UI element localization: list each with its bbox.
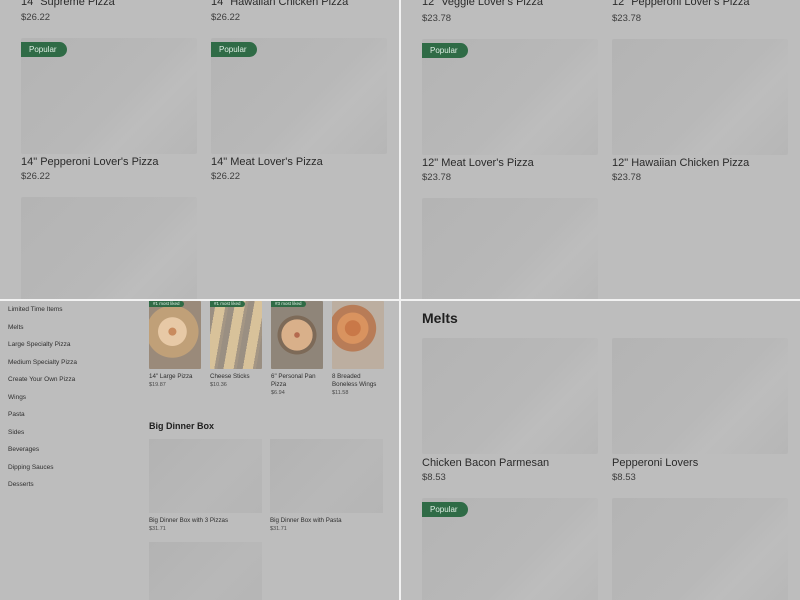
menu-card[interactable]: Popular xyxy=(422,498,598,600)
menu-card-price: $26.22 xyxy=(21,171,51,182)
menu-card[interactable]: Popular 14" Meat Lover's Pizza $26.22 xyxy=(211,38,387,182)
menu-card-title: 12" Hawaiian Chicken Pizza xyxy=(612,157,750,169)
panel-bottom-left: Limited Time Items Melts Large Specialty… xyxy=(0,301,399,600)
menu-card-image xyxy=(612,39,788,155)
menu-card[interactable] xyxy=(21,197,197,299)
menu-card-price: $23.78 xyxy=(612,13,642,24)
most-liked-item[interactable]: 8 Breaded Boneless Wings $11.58 xyxy=(332,301,384,396)
section-title-melts: Melts xyxy=(422,310,458,326)
menu-card[interactable] xyxy=(422,198,598,299)
menu-card-image xyxy=(21,197,197,299)
most-liked-item-price: $19.87 xyxy=(149,382,166,388)
dinner-box-image xyxy=(149,542,262,600)
most-liked-item-price: $11.58 xyxy=(332,390,349,396)
popular-badge: Popular xyxy=(211,42,257,57)
boneless-wings-image xyxy=(332,301,384,369)
menu-card-price: $26.22 xyxy=(21,12,51,23)
menu-card[interactable]: 12" Hawaiian Chicken Pizza $23.78 xyxy=(612,39,788,183)
most-liked-item-name: 6" Personal Pan Pizza xyxy=(271,373,316,388)
sidebar-item-sides[interactable]: Sides xyxy=(8,429,24,436)
menu-card-title: 14" Hawaiian Chicken Pizza xyxy=(211,0,349,8)
menu-card-price: $8.53 xyxy=(612,472,636,483)
menu-card[interactable]: Popular 14" Pepperoni Lover's Pizza $26.… xyxy=(21,38,197,182)
menu-card[interactable]: Pepperoni Lovers $8.53 xyxy=(612,338,788,483)
dinner-box-image xyxy=(270,439,383,513)
dinner-box-item[interactable]: Big Dinner Box with 3 Pizzas $31.71 xyxy=(149,439,262,532)
menu-card-image: Popular xyxy=(21,38,197,154)
menu-card-image xyxy=(612,498,788,600)
dinner-box-item[interactable] xyxy=(149,542,262,600)
menu-card-title: 12" Veggie Lover's Pizza xyxy=(422,0,543,8)
most-liked-tag: #1 most liked xyxy=(149,301,184,307)
menu-card-title: 14" Meat Lover's Pizza xyxy=(211,156,323,168)
panel-top-right: 12" Veggie Lover's Pizza $23.78 12" Pepp… xyxy=(401,0,800,299)
menu-card-price: $23.78 xyxy=(422,13,452,24)
sidebar-item-pasta[interactable]: Pasta xyxy=(8,411,25,418)
dinner-box-price: $31.71 xyxy=(270,526,287,532)
menu-card-title: 12" Pepperoni Lover's Pizza xyxy=(612,0,750,8)
most-liked-tag: #3 most liked xyxy=(271,301,306,307)
menu-card-image: Popular xyxy=(211,38,387,154)
menu-card-image xyxy=(612,338,788,454)
most-liked-item-name: 8 Breaded Boneless Wings xyxy=(332,373,377,388)
dinner-box-name: Big Dinner Box with 3 Pizzas xyxy=(149,517,229,524)
dinner-box-image xyxy=(149,439,262,513)
horizontal-divider xyxy=(0,299,800,301)
sidebar-item-limited-time-items[interactable]: Limited Time Items xyxy=(8,306,63,313)
popular-badge: Popular xyxy=(422,502,468,517)
most-liked-item-price: $10.36 xyxy=(210,382,227,388)
sidebar-item-melts[interactable]: Melts xyxy=(8,324,24,331)
menu-card-image xyxy=(422,198,598,299)
menu-card-price: $23.78 xyxy=(612,172,642,183)
sidebar-item-wings[interactable]: Wings xyxy=(8,394,26,401)
menu-card-price: $8.53 xyxy=(422,472,446,483)
pan-pizza-image: #3 most liked xyxy=(271,301,323,369)
most-liked-item[interactable]: #1 most liked Cheese Sticks $10.36 xyxy=(210,301,262,388)
pizza-image: #1 most liked xyxy=(149,301,201,369)
section-title-big-dinner-box: Big Dinner Box xyxy=(149,421,215,431)
menu-card-price: $26.22 xyxy=(211,171,241,182)
dinner-box-price: $31.71 xyxy=(149,526,166,532)
menu-card[interactable] xyxy=(612,498,788,600)
most-liked-item[interactable]: #3 most liked 6" Personal Pan Pizza $6.9… xyxy=(271,301,323,396)
popular-badge: Popular xyxy=(422,43,468,58)
menu-card-title: Chicken Bacon Parmesan xyxy=(422,457,550,469)
sidebar-item-beverages[interactable]: Beverages xyxy=(8,446,39,453)
menu-card-price: $26.22 xyxy=(211,12,241,23)
popular-badge: Popular xyxy=(21,42,67,57)
most-liked-item[interactable]: #1 most liked 14" Large Pizza $19.87 xyxy=(149,301,201,388)
sidebar-item-dipping-sauces[interactable]: Dipping Sauces xyxy=(8,464,54,471)
menu-card-title: 14" Supreme Pizza xyxy=(21,0,115,8)
menu-card-price: $23.78 xyxy=(422,172,452,183)
menu-card-title: 12" Meat Lover's Pizza xyxy=(422,157,534,169)
menu-card-image xyxy=(422,338,598,454)
sidebar-item-medium-specialty-pizza[interactable]: Medium Specialty Pizza xyxy=(8,359,77,366)
dinner-box-name: Big Dinner Box with Pasta xyxy=(270,517,342,524)
sidebar-item-create-your-own-pizza[interactable]: Create Your Own Pizza xyxy=(8,376,75,383)
dinner-box-item[interactable]: Big Dinner Box with Pasta $31.71 xyxy=(270,439,383,532)
panel-bottom-right: Melts Chicken Bacon Parmesan $8.53 Peppe… xyxy=(401,301,800,600)
menu-card-title: Pepperoni Lovers xyxy=(612,457,699,469)
cheese-sticks-image: #1 most liked xyxy=(210,301,262,369)
menu-card-image: Popular xyxy=(422,498,598,600)
most-liked-tag: #1 most liked xyxy=(210,301,245,307)
menu-card[interactable]: Popular 12" Meat Lover's Pizza $23.78 xyxy=(422,39,598,183)
most-liked-item-name: Cheese Sticks xyxy=(210,373,250,380)
menu-card-image: Popular xyxy=(422,39,598,155)
sidebar-item-large-specialty-pizza[interactable]: Large Specialty Pizza xyxy=(8,341,71,348)
most-liked-item-name: 14" Large Pizza xyxy=(149,373,193,380)
sidebar-item-desserts[interactable]: Desserts xyxy=(8,481,34,488)
menu-card-title: 14" Pepperoni Lover's Pizza xyxy=(21,156,159,168)
panel-top-left: 14" Supreme Pizza $26.22 14" Hawaiian Ch… xyxy=(0,0,399,299)
menu-card[interactable]: Chicken Bacon Parmesan $8.53 xyxy=(422,338,598,483)
most-liked-item-price: $6.94 xyxy=(271,390,285,396)
